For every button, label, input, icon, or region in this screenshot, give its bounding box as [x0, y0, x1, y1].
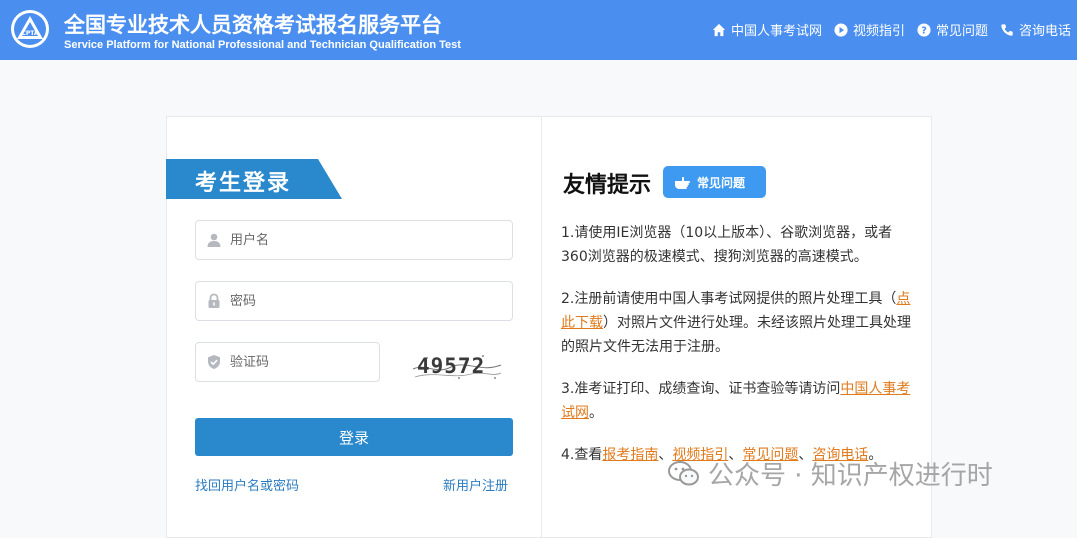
question-icon: ? — [917, 22, 931, 37]
username-input[interactable] — [228, 231, 512, 249]
cpta-logo: CPTA — [11, 10, 49, 48]
play-icon — [834, 22, 848, 37]
tip-text: ）对照片文件进行处理。未经该照片处理工具处理的照片文件无法用于注册。 — [561, 315, 911, 355]
tip-text: 4.查看 — [561, 447, 603, 463]
tip-item: 3.准考证打印、成绩查询、证书查验等请访问中国人事考试网。 — [561, 377, 917, 425]
nav-item-phone[interactable]: 咨询电话 — [1000, 20, 1071, 39]
password-input[interactable] — [228, 292, 512, 310]
login-button[interactable]: 登录 — [195, 418, 513, 456]
forgot-credentials-link[interactable]: 找回用户名或密码 — [195, 475, 299, 494]
wechat-icon — [668, 460, 699, 485]
password-field[interactable] — [195, 281, 513, 321]
nav-item-cpta-site[interactable]: 中国人事考试网 — [712, 20, 822, 39]
svg-text:?: ? — [921, 25, 927, 36]
phone-icon — [1001, 23, 1013, 36]
nav-label: 咨询电话 — [1018, 24, 1071, 39]
tips-title: 友情提示 — [563, 173, 652, 198]
header-nav: 中国人事考试网 视频指引 ? 常见问题 咨询电话 — [700, 20, 1071, 39]
home-icon — [712, 23, 726, 36]
login-title: 考生登录 — [195, 171, 292, 196]
user-icon — [207, 233, 221, 247]
nav-label: 中国人事考试网 — [730, 24, 822, 39]
nav-item-video-guide[interactable]: 视频指引 — [834, 20, 905, 39]
tip-item: 2.注册前请使用中国人事考试网提供的照片处理工具（点此下载）对照片文件进行处理。… — [561, 287, 917, 359]
shield-icon — [208, 355, 220, 369]
tip-text: 2.注册前请使用中国人事考试网提供的照片处理工具（ — [561, 291, 897, 307]
pointing-hand-icon — [675, 176, 691, 189]
tip-item: 1.请使用IE浏览器（10以上版本）、谷歌浏览器，或者360浏览器的极速模式、搜… — [561, 221, 917, 269]
tip-text: 1.请使用IE浏览器（10以上版本）、谷歌浏览器，或者360浏览器的极速模式、搜… — [561, 225, 893, 265]
lock-icon — [208, 293, 220, 308]
nav-item-faq[interactable]: ? 常见问题 — [917, 20, 988, 39]
captcha-input[interactable] — [228, 353, 379, 371]
site-subtitle: Service Platform for National Profession… — [64, 39, 461, 51]
top-header: CPTA 全国专业技术人员资格考试报名服务平台 Service Platform… — [0, 0, 1077, 60]
nav-label: 视频指引 — [852, 24, 905, 39]
site-title: 全国专业技术人员资格考试报名服务平台 — [64, 13, 442, 37]
tips-list: 1.请使用IE浏览器（10以上版本）、谷歌浏览器，或者360浏览器的极速模式、搜… — [561, 221, 917, 485]
username-field[interactable] — [195, 220, 513, 260]
card-divider — [541, 117, 542, 537]
exam-guide-link[interactable]: 报考指南 — [602, 447, 658, 463]
faq-badge-label: 常见问题 — [697, 175, 746, 190]
captcha-image[interactable]: 49572 — [411, 349, 503, 383]
faq-badge-button[interactable]: 常见问题 — [663, 166, 766, 198]
captcha-field[interactable] — [195, 342, 380, 382]
watermark: 公众号 · 知识产权进行时 — [668, 455, 993, 492]
tip-text: 。 — [589, 405, 603, 421]
nav-label: 常见问题 — [935, 24, 988, 39]
register-link[interactable]: 新用户注册 — [443, 475, 508, 494]
watermark-text: 公众号 · 知识产权进行时 — [708, 461, 993, 491]
logo-text: CPTA — [21, 30, 38, 37]
tip-text: 3.准考证打印、成绩查询、证书查验等请访问 — [561, 381, 841, 397]
